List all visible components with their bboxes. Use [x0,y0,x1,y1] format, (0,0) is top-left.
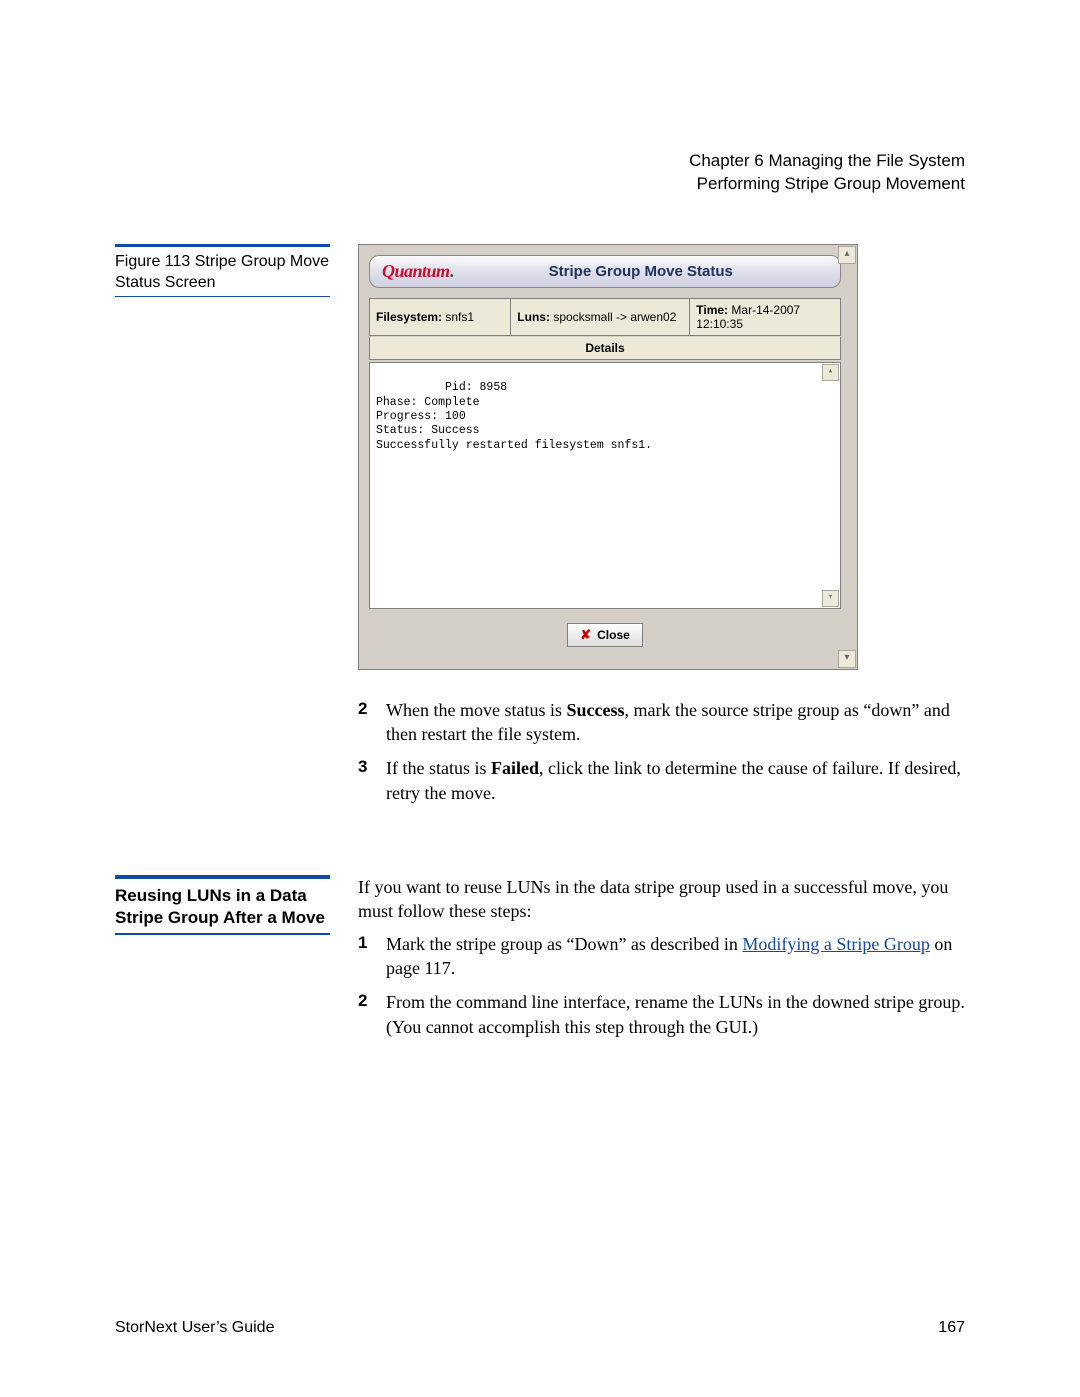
section-heading: Reusing LUNs in a Data Stripe Group Afte… [115,875,330,935]
info-table: Filesystem: snfs1 Luns: spocksmall -> ar… [369,298,841,336]
step-number: 3 [358,756,376,805]
step-text: From the command line interface, rename … [386,990,965,1039]
section-intro: If you want to reuse LUNs in the data st… [358,875,965,924]
scroll-down-icon[interactable]: ▾ [838,650,856,668]
luns-label: Luns: [517,310,550,324]
step-text: When the move status is Success, mark th… [386,698,965,747]
scroll-up-icon[interactable]: ▴ [838,246,856,264]
details-scroll-up-icon[interactable]: ▴ [822,364,839,381]
step-number: 1 [358,932,376,981]
page-footer: StorNext User’s Guide 167 [115,1319,965,1337]
details-text: Pid: 8958 Phase: Complete Progress: 100 … [376,381,652,452]
details-textarea[interactable]: Pid: 8958 Phase: Complete Progress: 100 … [369,362,841,609]
filesystem-label: Filesystem: [376,310,442,324]
window-title: Stripe Group Move Status [454,263,828,280]
status-window: ▴ ▾ Quantum. Stripe Group Move Status Fi… [358,244,858,670]
luns-value: spocksmall -> arwen02 [553,310,676,324]
header-line2: Performing Stripe Group Movement [115,173,965,196]
close-button[interactable]: ✘ Close [567,623,643,647]
filesystem-value: snfs1 [445,310,474,324]
details-header: Details [369,337,841,360]
footer-page-number: 167 [938,1319,965,1337]
time-label: Time: [696,303,728,317]
close-button-label: Close [597,628,630,642]
header-line1: Chapter 6 Managing the File System [115,150,965,173]
details-scroll-down-icon[interactable]: ▾ [822,590,839,607]
quantum-logo: Quantum. [382,261,454,282]
footer-guide-name: StorNext User’s Guide [115,1319,274,1337]
title-bar: Quantum. Stripe Group Move Status [369,255,841,288]
step-text: Mark the stripe group as “Down” as descr… [386,932,965,981]
step-number: 2 [358,990,376,1039]
modifying-stripe-group-link[interactable]: Modifying a Stripe Group [742,934,929,954]
step-text: If the status is Failed, click the link … [386,756,965,805]
figure-caption: Figure 113 Stripe Group Move Status Scre… [115,244,330,298]
page-header: Chapter 6 Managing the File System Perfo… [115,150,965,196]
step-number: 2 [358,698,376,747]
close-x-icon: ✘ [580,627,591,643]
